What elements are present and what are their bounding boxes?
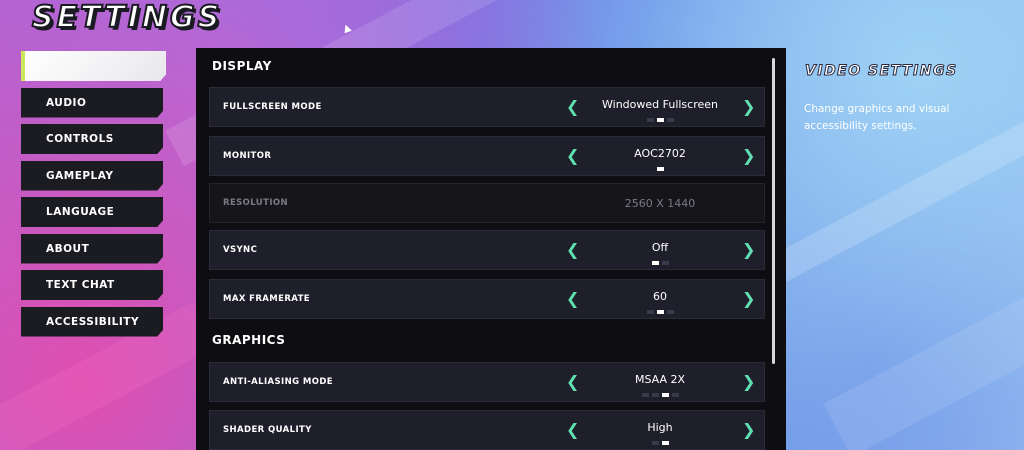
option-dot — [646, 310, 654, 314]
setting-label: ANTI-ALIASING MODE — [223, 377, 333, 387]
option-dot — [666, 310, 674, 314]
chevron-left-icon[interactable]: ❮ — [566, 289, 579, 308]
setting-label: MAX FRAMERATE — [223, 294, 311, 304]
setting-row-anti-aliasing-mode: ANTI-ALIASING MODE ❮ MSAA 2X ❯ — [209, 362, 765, 402]
nav-item-video[interactable] — [21, 51, 166, 81]
option-dot — [666, 118, 674, 122]
setting-value: MSAA 2X — [634, 373, 686, 386]
chevron-left-icon[interactable]: ❮ — [566, 240, 579, 259]
option-indicator — [580, 441, 740, 445]
option-dot — [646, 118, 654, 122]
nav-item-about[interactable]: ABOUT — [21, 233, 163, 264]
settings-nav: AUDIO CONTROLS GAMEPLAY LANGUAGE ABOUT T… — [21, 51, 166, 343]
chevron-right-icon[interactable]: ❯ — [742, 420, 755, 439]
option-indicator — [580, 118, 740, 122]
nav-item-language[interactable]: LANGUAGE — [21, 197, 163, 227]
chevron-left-icon[interactable]: ❮ — [566, 420, 579, 439]
section-heading-display: DISPLAY — [212, 59, 272, 73]
setting-value: High — [647, 421, 673, 434]
panel-scrollbar[interactable] — [772, 58, 775, 364]
setting-row-fullscreen-mode: FULLSCREEN MODE ❮ Windowed Fullscreen ❯ — [209, 87, 765, 127]
setting-value: 2560 X 1440 — [624, 197, 696, 210]
chevron-left-icon[interactable]: ❮ — [566, 372, 579, 391]
setting-label: MONITOR — [223, 151, 272, 161]
background-streak — [823, 263, 1024, 450]
chevron-right-icon[interactable]: ❯ — [742, 146, 755, 165]
setting-row-max-framerate: MAX FRAMERATE ❮ 60 ❯ — [209, 279, 765, 319]
setting-value: 60 — [653, 290, 667, 303]
nav-item-controls[interactable]: CONTROLS — [21, 124, 163, 154]
option-dot — [671, 393, 679, 397]
setting-value: Windowed Fullscreen — [602, 98, 718, 111]
info-title: VIDEO SETTINGS — [805, 63, 958, 80]
setting-value: Off — [651, 241, 669, 254]
nav-item-gameplay[interactable]: GAMEPLAY — [21, 160, 163, 191]
option-dot — [661, 393, 669, 397]
setting-row-monitor: MONITOR ❮ AOC2702 ❯ — [209, 136, 765, 176]
chevron-left-icon[interactable]: ❮ — [566, 97, 579, 116]
setting-label: VSYNC — [223, 245, 258, 255]
page-title: SETTINGS — [31, 0, 223, 36]
option-dot — [656, 118, 664, 122]
option-dot — [641, 393, 649, 397]
chevron-right-icon[interactable]: ❯ — [742, 289, 755, 308]
section-heading-graphics: GRAPHICS — [212, 333, 286, 347]
chevron-right-icon[interactable]: ❯ — [742, 240, 755, 259]
option-indicator — [580, 167, 740, 171]
option-dot — [656, 310, 664, 314]
option-dot — [651, 441, 659, 445]
setting-row-vsync: VSYNC ❮ Off ❯ — [209, 230, 765, 270]
setting-value: AOC2702 — [634, 147, 686, 160]
chevron-right-icon[interactable]: ❯ — [742, 372, 755, 391]
setting-row-resolution: RESOLUTION 2560 X 1440 — [209, 183, 765, 223]
option-dot — [661, 261, 669, 265]
option-dot — [661, 441, 669, 445]
option-dot — [656, 167, 664, 171]
option-dot — [651, 261, 659, 265]
chevron-left-icon[interactable]: ❮ — [566, 146, 579, 165]
setting-row-shader-quality: SHADER QUALITY ❮ High ❯ — [209, 410, 765, 450]
option-dot — [651, 393, 659, 397]
setting-label: SHADER QUALITY — [223, 425, 312, 435]
nav-item-accessibility[interactable]: ACCESSIBILITY — [21, 306, 163, 337]
nav-item-audio[interactable]: AUDIO — [21, 87, 163, 118]
setting-label: RESOLUTION — [223, 198, 289, 208]
setting-label: FULLSCREEN MODE — [223, 102, 322, 112]
option-indicator — [580, 393, 740, 397]
nav-item-text-chat[interactable]: TEXT CHAT — [21, 270, 163, 300]
option-indicator — [580, 261, 740, 265]
info-description: Change graphics and visual accessibility… — [804, 103, 950, 132]
option-indicator — [580, 310, 740, 314]
chevron-right-icon[interactable]: ❯ — [742, 97, 755, 116]
